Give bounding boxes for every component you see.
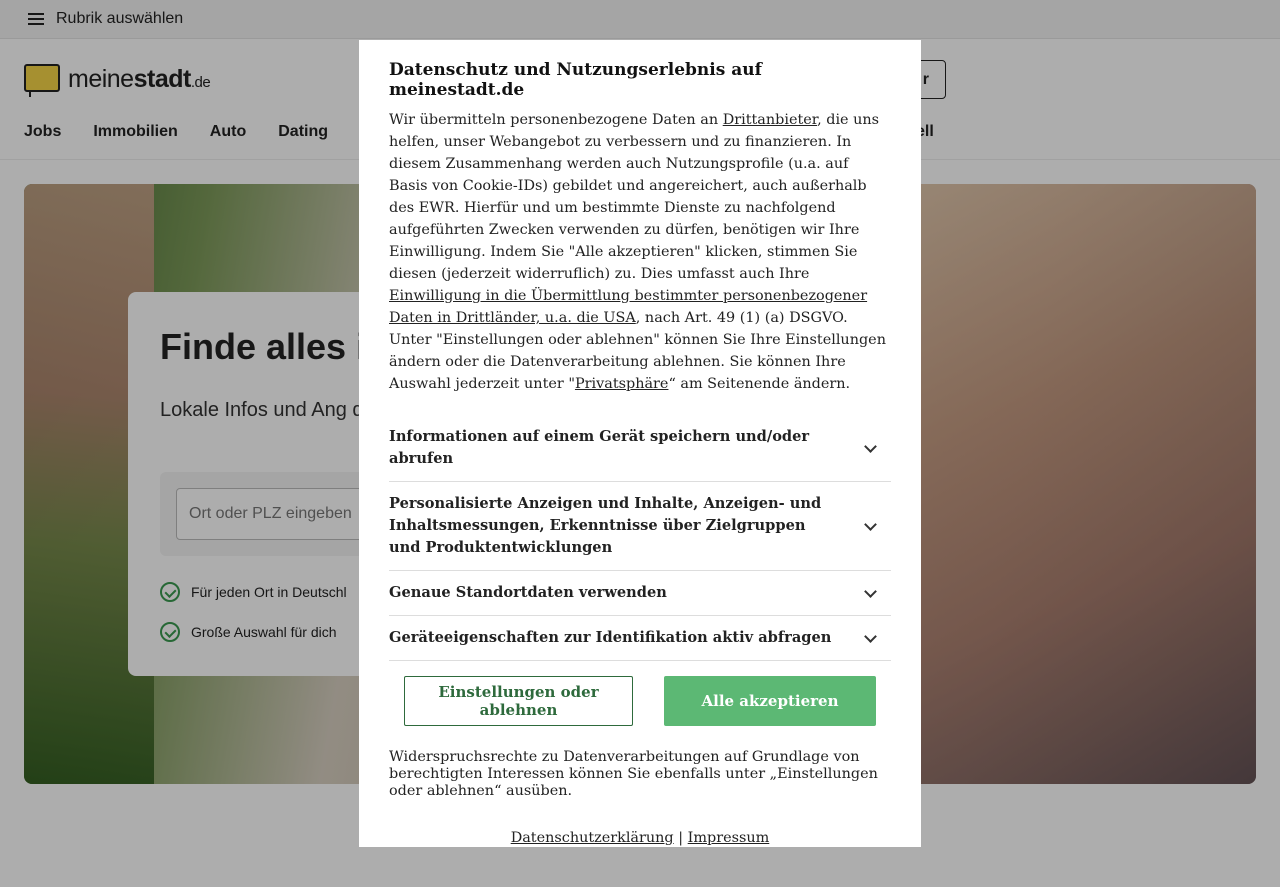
footer-links: Datenschutzerklärung | Impressum	[389, 830, 891, 846]
imprint-link[interactable]: Impressum	[688, 830, 770, 846]
settings-or-reject-button[interactable]: Einstellungen oder ablehnen	[404, 676, 633, 726]
purpose-accordion: Informationen auf einem Gerät speichern …	[389, 426, 891, 661]
consent-text: Wir übermitteln personenbezogene Daten a…	[389, 112, 886, 392]
purpose-item-geolocation[interactable]: Genaue Standortdaten verwenden	[389, 571, 891, 616]
link-separator: |	[678, 830, 684, 846]
consent-buttons: Einstellungen oder ablehnen Alle akzepti…	[389, 676, 891, 726]
chevron-down-icon[interactable]	[864, 584, 877, 598]
consent-dialog: Datenschutz und Nutzungserlebnis auf mei…	[359, 40, 921, 847]
chevron-down-icon[interactable]	[864, 439, 877, 453]
purpose-item-storage[interactable]: Informationen auf einem Gerät speichern …	[389, 426, 891, 482]
chevron-down-icon[interactable]	[864, 517, 877, 531]
objection-note: Widerspruchsrechte zu Datenverarbeitunge…	[389, 749, 878, 799]
purpose-item-personalised-ads[interactable]: Personalisierte Anzeigen und Inhalte, An…	[389, 482, 891, 571]
privacy-settings-link[interactable]: Privatsphäre	[575, 376, 669, 392]
accept-all-button[interactable]: Alle akzeptieren	[664, 676, 876, 726]
third-party-link[interactable]: Drittanbieter	[723, 112, 817, 128]
consent-title: Datenschutz und Nutzungserlebnis auf mei…	[389, 60, 762, 100]
chevron-down-icon[interactable]	[864, 629, 877, 643]
privacy-policy-link[interactable]: Datenschutzerklärung	[511, 830, 674, 846]
purpose-item-device-scan[interactable]: Geräteeigenschaften zur Identifikation a…	[389, 616, 891, 661]
